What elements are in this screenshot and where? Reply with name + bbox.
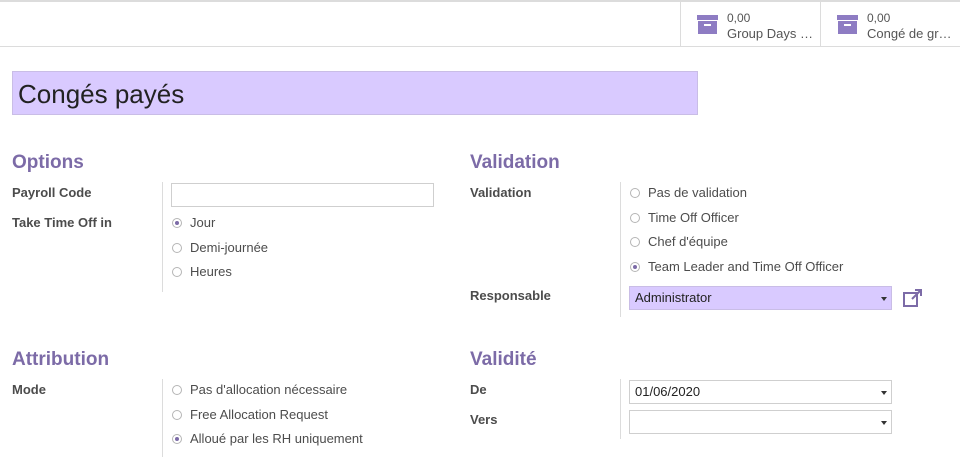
name-field[interactable]: Congés payés [12, 71, 698, 115]
options-heading: Options [12, 152, 84, 173]
payroll-code-label: Payroll Code [12, 185, 92, 200]
radio-label: Jour [190, 215, 216, 230]
date-from-input[interactable]: 01/06/2020 [629, 380, 892, 404]
dropdown-caret-icon [881, 297, 887, 301]
radio-button[interactable] [172, 242, 182, 253]
dropdown-caret-icon [881, 421, 887, 425]
smart-button-bar: 0,00 Group Days … 0,00 Congé de gr… [0, 2, 960, 47]
archive-box-icon [697, 15, 718, 34]
mode-label: Mode [12, 382, 46, 397]
radio-free-allocation-request[interactable]: Free Allocation Request [172, 407, 328, 422]
radio-heures[interactable]: Heures [172, 264, 232, 279]
responsable-label: Responsable [470, 288, 551, 303]
radio-label: Time Off Officer [648, 210, 739, 225]
radio-button-checked[interactable] [630, 261, 640, 272]
validation-separator [620, 182, 621, 317]
dropdown-caret-icon [881, 391, 887, 395]
responsable-select[interactable]: Administrator [629, 286, 892, 310]
radio-label: Free Allocation Request [190, 407, 329, 422]
validite-separator [620, 379, 621, 439]
stat-value: 0,00 [867, 11, 891, 25]
radio-alloue-par-rh[interactable]: Alloué par les RH uniquement [172, 431, 363, 446]
radio-button[interactable] [172, 384, 182, 395]
date-from-label: De [470, 382, 487, 397]
options-separator [162, 182, 163, 292]
stat-label: Congé de gr… [867, 26, 952, 41]
radio-button-checked[interactable] [172, 217, 182, 228]
date-from-value: 01/06/2020 [635, 384, 701, 399]
stat-value: 0,00 [727, 11, 751, 25]
radio-button[interactable] [172, 266, 182, 277]
radio-pas-de-validation[interactable]: Pas de validation [630, 185, 747, 200]
radio-button[interactable] [630, 236, 640, 247]
payroll-code-input[interactable] [171, 183, 434, 207]
attribution-heading: Attribution [12, 349, 110, 370]
date-to-label: Vers [470, 412, 498, 427]
validite-heading: Validité [470, 349, 537, 370]
radio-button[interactable] [630, 187, 640, 198]
radio-label: Demi-journée [190, 240, 269, 255]
radio-jour[interactable]: Jour [172, 215, 215, 230]
radio-team-leader-and-officer[interactable]: Team Leader and Time Off Officer [630, 259, 843, 274]
radio-label: Team Leader and Time Off Officer [648, 259, 844, 274]
radio-pas-d-allocation[interactable]: Pas d'allocation nécessaire [172, 382, 347, 397]
radio-label: Chef d'équipe [648, 234, 728, 249]
archive-box-icon [837, 15, 858, 34]
radio-demi-journee[interactable]: Demi-journée [172, 240, 268, 255]
date-to-input[interactable] [629, 410, 892, 434]
radio-label: Alloué par les RH uniquement [190, 431, 363, 446]
radio-button-checked[interactable] [172, 433, 182, 444]
radio-time-off-officer[interactable]: Time Off Officer [630, 210, 739, 225]
attribution-separator [162, 379, 163, 457]
radio-label: Pas d'allocation nécessaire [190, 382, 348, 397]
radio-button[interactable] [630, 212, 640, 223]
radio-label: Pas de validation [648, 185, 748, 200]
radio-label: Heures [190, 264, 232, 279]
validation-label: Validation [470, 185, 532, 200]
validation-heading: Validation [470, 152, 560, 173]
external-link-icon[interactable] [903, 289, 923, 307]
radio-chef-d-equipe[interactable]: Chef d'équipe [630, 234, 728, 249]
stat-label: Group Days … [727, 26, 813, 41]
responsable-value: Administrator [635, 290, 712, 305]
take-time-off-label: Take Time Off in [12, 215, 112, 230]
group-days-stat-button[interactable]: 0,00 Group Days … [680, 2, 820, 46]
conge-de-groupe-stat-button[interactable]: 0,00 Congé de gr… [820, 2, 960, 46]
radio-button[interactable] [172, 409, 182, 420]
